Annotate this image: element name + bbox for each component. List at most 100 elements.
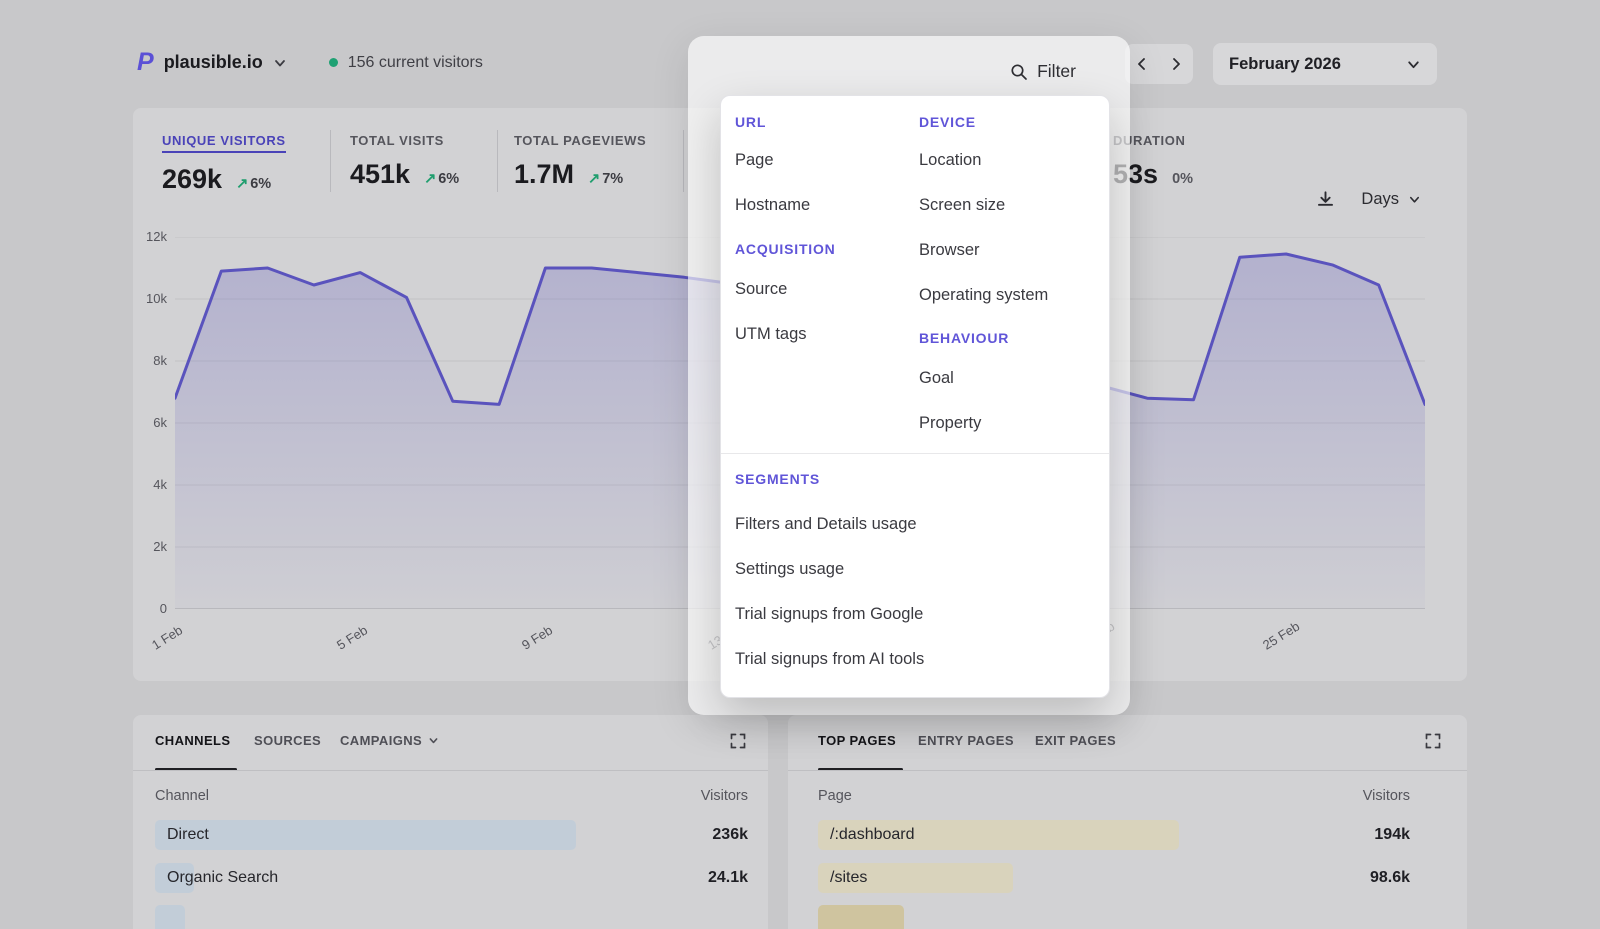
prev-period-button[interactable] <box>1125 44 1159 84</box>
pages-panel: TOP PAGES ENTRY PAGES EXIT PAGES Page Vi… <box>788 715 1467 929</box>
up-arrow-icon: ↗ <box>424 171 436 187</box>
table-row-partial <box>155 905 748 929</box>
row-name[interactable]: /:dashboard <box>830 820 915 850</box>
stat-value: 1.7M <box>514 159 574 190</box>
row-value: 236k <box>712 820 748 850</box>
stat-label[interactable]: TOTAL VISITS <box>350 133 459 148</box>
row-name[interactable]: Direct <box>167 820 209 850</box>
filter-item-operating-system[interactable]: Operating system <box>919 286 1048 305</box>
y-axis-tick: 10k <box>133 291 167 306</box>
row-bar <box>155 905 185 929</box>
tab-exit-pages[interactable]: EXIT PAGES <box>1035 733 1116 748</box>
tab-sources[interactable]: SOURCES <box>254 733 321 748</box>
expand-icon[interactable] <box>1425 733 1441 749</box>
filter-group-device: DEVICE <box>919 114 976 130</box>
chevron-left-icon <box>1136 57 1148 71</box>
stat-delta: ↗7% <box>588 171 623 187</box>
column-header-visitors: Visitors <box>701 788 748 804</box>
date-range-select[interactable]: February 2026 <box>1213 43 1437 85</box>
divider <box>721 453 1109 454</box>
column-header-page: Page <box>818 788 852 804</box>
stat-total-pageviews[interactable]: TOTAL PAGEVIEWS 1.7M ↗7% <box>514 133 646 190</box>
row-value: 24.1k <box>708 863 748 893</box>
filter-group-url: URL <box>735 114 766 130</box>
filter-group-behaviour: BEHAVIOUR <box>919 330 1009 346</box>
y-axis-tick: 4k <box>133 477 167 492</box>
x-axis-tick: 25 Feb <box>1260 619 1302 653</box>
table-row[interactable]: /:dashboard 194k <box>818 820 1410 850</box>
plausible-logo-icon: P <box>137 48 154 77</box>
stat-label[interactable]: UNIQUE VISITORS <box>162 133 286 153</box>
table-row[interactable]: Direct 236k <box>155 820 748 850</box>
date-range-label: February 2026 <box>1229 55 1341 74</box>
filter-item-page[interactable]: Page <box>735 151 774 170</box>
filter-item-location[interactable]: Location <box>919 151 981 170</box>
column-header-visitors: Visitors <box>1363 788 1410 804</box>
filter-group-acquisition: ACQUISITION <box>735 241 836 257</box>
chevron-down-icon[interactable] <box>273 56 287 70</box>
tab-entry-pages[interactable]: ENTRY PAGES <box>918 733 1014 748</box>
stat-total-visits[interactable]: TOTAL VISITS 451k ↗6% <box>350 133 459 190</box>
filter-item-property[interactable]: Property <box>919 414 981 433</box>
segment-trial-signups-google[interactable]: Trial signups from Google <box>735 605 923 624</box>
row-bar <box>818 905 904 929</box>
chevron-right-icon <box>1170 57 1182 71</box>
x-axis-tick: 5 Feb <box>334 622 370 652</box>
stat-divider <box>330 130 331 192</box>
filter-group-segments: SEGMENTS <box>735 471 820 487</box>
top-header: P plausible.io 156 current visitors <box>137 48 483 77</box>
expand-icon[interactable] <box>730 733 746 749</box>
filter-label: Filter <box>1037 61 1076 82</box>
filter-item-goal[interactable]: Goal <box>919 369 954 388</box>
filter-item-utm-tags[interactable]: UTM tags <box>735 325 807 344</box>
y-axis-tick: 0 <box>133 601 167 616</box>
filter-item-hostname[interactable]: Hostname <box>735 196 810 215</box>
current-visitors-count[interactable]: 156 current visitors <box>348 54 483 72</box>
interval-select[interactable]: Days <box>1361 190 1421 209</box>
stat-delta: ↗6% <box>424 171 459 187</box>
stat-label[interactable]: TOTAL PAGEVIEWS <box>514 133 646 148</box>
y-axis-tick: 12k <box>133 229 167 244</box>
site-name[interactable]: plausible.io <box>164 52 263 73</box>
chevron-down-icon <box>1408 193 1421 206</box>
stat-divider <box>497 130 498 192</box>
up-arrow-icon: ↗ <box>236 176 248 192</box>
table-row[interactable]: Organic Search 24.1k <box>155 863 748 893</box>
tab-channels[interactable]: CHANNELS <box>155 733 230 748</box>
filter-item-source[interactable]: Source <box>735 280 787 299</box>
filter-search-control[interactable]: Filter <box>1010 61 1076 82</box>
stat-unique-visitors[interactable]: UNIQUE VISITORS 269k ↗6% <box>162 133 286 195</box>
table-row-partial <box>818 905 1410 929</box>
stat-delta: 0% <box>1172 171 1193 187</box>
segment-settings-usage[interactable]: Settings usage <box>735 560 844 579</box>
divider <box>788 770 1467 771</box>
segment-filters-details-usage[interactable]: Filters and Details usage <box>735 515 917 534</box>
filter-item-browser[interactable]: Browser <box>919 241 980 260</box>
stat-value: 269k <box>162 164 222 195</box>
segment-trial-signups-ai-tools[interactable]: Trial signups from AI tools <box>735 650 924 669</box>
row-bar <box>155 820 576 850</box>
tab-top-pages[interactable]: TOP PAGES <box>818 733 896 748</box>
y-axis-tick: 2k <box>133 539 167 554</box>
chevron-down-icon <box>1406 57 1421 72</box>
channels-panel: CHANNELS SOURCES CAMPAIGNS Channel Visit… <box>133 715 768 929</box>
live-visitors-dot <box>329 58 338 67</box>
stat-value: 451k <box>350 159 410 190</box>
divider <box>133 770 768 771</box>
interval-label: Days <box>1361 190 1399 209</box>
x-axis-tick: 1 Feb <box>149 622 185 652</box>
chevron-down-icon <box>428 735 439 746</box>
download-icon[interactable] <box>1316 190 1335 209</box>
table-row[interactable]: /sites 98.6k <box>818 863 1410 893</box>
row-value: 98.6k <box>1370 863 1410 893</box>
row-name[interactable]: /sites <box>830 863 867 893</box>
y-axis-tick: 8k <box>133 353 167 368</box>
up-arrow-icon: ↗ <box>588 171 600 187</box>
row-value: 194k <box>1374 820 1410 850</box>
tab-campaigns[interactable]: CAMPAIGNS <box>340 733 439 748</box>
date-nav-group <box>1125 44 1193 84</box>
filter-dropdown: URL Page Hostname ACQUISITION Source UTM… <box>720 95 1110 698</box>
filter-item-screen-size[interactable]: Screen size <box>919 196 1005 215</box>
next-period-button[interactable] <box>1159 44 1193 84</box>
row-name[interactable]: Organic Search <box>167 863 278 893</box>
